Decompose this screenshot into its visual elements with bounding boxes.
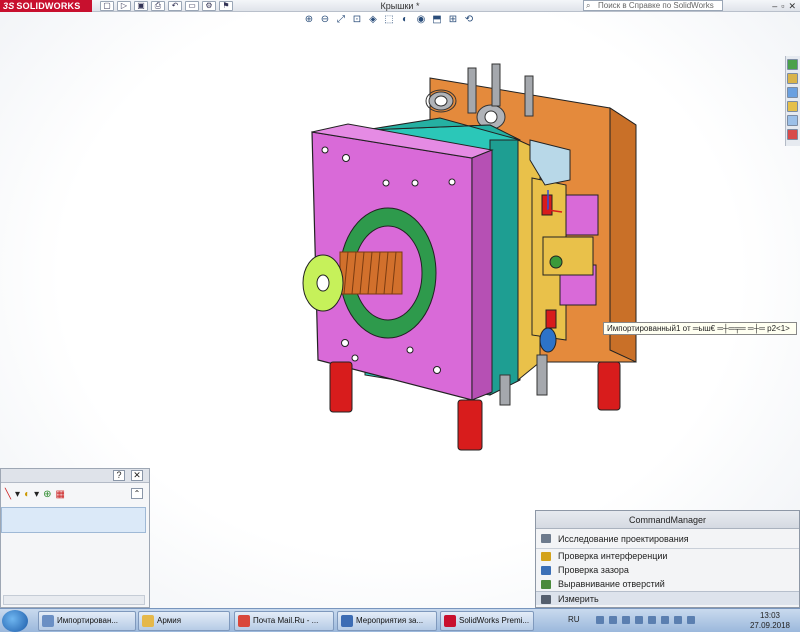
clock-time: 13:03 [759, 611, 780, 620]
clock-date: 27.09.2018 [749, 621, 790, 630]
tray-icon[interactable] [622, 616, 630, 624]
gear-icon [541, 534, 551, 543]
command-manager: CommandManager Исследование проектирован… [535, 510, 800, 608]
tray-icon[interactable] [635, 616, 643, 624]
graph-icon[interactable]: ▦ [56, 489, 65, 500]
selection-box[interactable] [1, 507, 146, 533]
document-icon [341, 615, 353, 627]
taskbar-item-solidworks[interactable]: SolidWorks Premi... [440, 611, 534, 631]
folder-icon[interactable] [787, 101, 798, 112]
tray-icon[interactable] [674, 616, 682, 624]
rotate-icon[interactable]: ⟲ [463, 14, 475, 26]
clearance-check-button[interactable]: Проверка зазора [536, 563, 799, 577]
hole-alignment-button[interactable]: Выравнивание отверстий [536, 577, 799, 591]
appearances-icon[interactable] [787, 129, 798, 140]
component-tooltip: Импортированный1 от ═ыш€ ═┼═╤═ ═┼═ р2<1> [603, 322, 797, 335]
tray-icon[interactable] [648, 616, 656, 624]
yellow-block [542, 236, 594, 276]
start-button[interactable] [2, 610, 28, 632]
folder-icon [142, 615, 154, 627]
minimize-icon[interactable]: – [772, 0, 777, 12]
task-pane [785, 56, 800, 146]
window-controls: – ▫ ✕ [772, 0, 796, 12]
file-explorer-icon[interactable] [787, 87, 798, 98]
tray-icons [596, 616, 695, 624]
clearance-icon [541, 566, 551, 575]
line-tool-icon[interactable]: ╲ [5, 489, 11, 500]
display-style-icon[interactable]: ⬚ [383, 14, 395, 26]
help-button[interactable]: ? [113, 470, 125, 481]
taskbar-item-events[interactable]: Мероприятия за... [337, 611, 437, 631]
heads-up-view-toolbar: ⊕ ⊖ ⤢ ⊡ ◈ ⬚ ◐ ◉ ⬒ ⊞ ⟲ [303, 14, 475, 26]
mass-properties-icon[interactable]: ⊕ [43, 489, 51, 500]
search-icon: ⌕ [586, 1, 591, 10]
dropdown-icon[interactable]: ▾ [15, 489, 20, 500]
taskbar-item-army[interactable]: Армия [138, 611, 230, 631]
zoom-area-icon[interactable]: ⊖ [319, 14, 331, 26]
design-study-button[interactable]: Исследование проектирования [536, 529, 799, 549]
system-tray: RU 13:03 27.09.2018 [568, 610, 798, 632]
appearance-icon[interactable]: ◉ [415, 14, 427, 26]
front-plate-side [471, 149, 493, 401]
taskbar-item-mail[interactable]: Почта Mail.Ru - ... [234, 611, 334, 631]
scene-icon[interactable]: ⬒ [431, 14, 443, 26]
interference-check-button[interactable]: Проверка интерференции [536, 549, 799, 563]
taskbar: Импортирован... Армия Почта Mail.Ru - ..… [0, 608, 800, 632]
taskbar-item-imported[interactable]: Импортирован... [38, 611, 136, 631]
tray-icon[interactable] [661, 616, 669, 624]
panel-toolbar: ╲ ▾ ◐ ▾ ⊕ ▦ ⌃ [1, 483, 149, 505]
panel-scrollbar[interactable] [3, 595, 145, 605]
teal-plate-side [489, 139, 521, 396]
pink-block-top [565, 194, 599, 236]
view-palette-icon[interactable] [787, 115, 798, 126]
close-button[interactable]: ✕ [131, 470, 143, 481]
interference-icon [541, 552, 551, 561]
filter-icon[interactable]: ◐ [24, 489, 30, 500]
view-settings-icon[interactable]: ⊞ [447, 14, 459, 26]
section-view-icon[interactable]: ⊡ [351, 14, 363, 26]
spring [339, 251, 403, 295]
solidworks-icon [444, 615, 456, 627]
tray-icon[interactable] [609, 616, 617, 624]
close-icon[interactable]: ✕ [788, 0, 796, 12]
search-icon [42, 615, 54, 627]
chrome-icon [238, 615, 250, 627]
view-orientation-icon[interactable]: ◈ [367, 14, 379, 26]
title-bar: 3S SOLIDWORKS ▢ ▷ ▣ ⎙ ↶ ▭ ⚙ ⚑ Крышки * ⌕ … [0, 0, 800, 12]
property-panel: ? ✕ ╲ ▾ ◐ ▾ ⊕ ▦ ⌃ [0, 468, 150, 608]
measure-icon [541, 595, 551, 604]
clock[interactable]: 13:03 27.09.2018 [750, 611, 790, 631]
resources-icon[interactable] [787, 59, 798, 70]
previous-view-icon[interactable]: ⤢ [335, 14, 347, 26]
green-dot [549, 255, 563, 269]
measure-button[interactable]: Измерить [536, 591, 799, 605]
command-manager-title: CommandManager [536, 511, 799, 529]
panel-header: ? ✕ [1, 469, 149, 483]
hide-show-icon[interactable]: ◐ [399, 14, 411, 26]
language-indicator[interactable]: RU [568, 615, 580, 624]
collapse-button[interactable]: ⌃ [131, 488, 143, 499]
tray-icon[interactable] [687, 616, 695, 624]
hole-align-icon [541, 580, 551, 589]
zoom-to-fit-icon[interactable]: ⊕ [303, 14, 315, 26]
tray-icon[interactable] [596, 616, 604, 624]
dropdown-icon[interactable]: ▾ [34, 489, 39, 500]
restore-icon[interactable]: ▫ [781, 0, 784, 12]
help-search-input[interactable]: ⌕ Поиск в Справке по SolidWorks [583, 0, 723, 11]
design-library-icon[interactable] [787, 73, 798, 84]
